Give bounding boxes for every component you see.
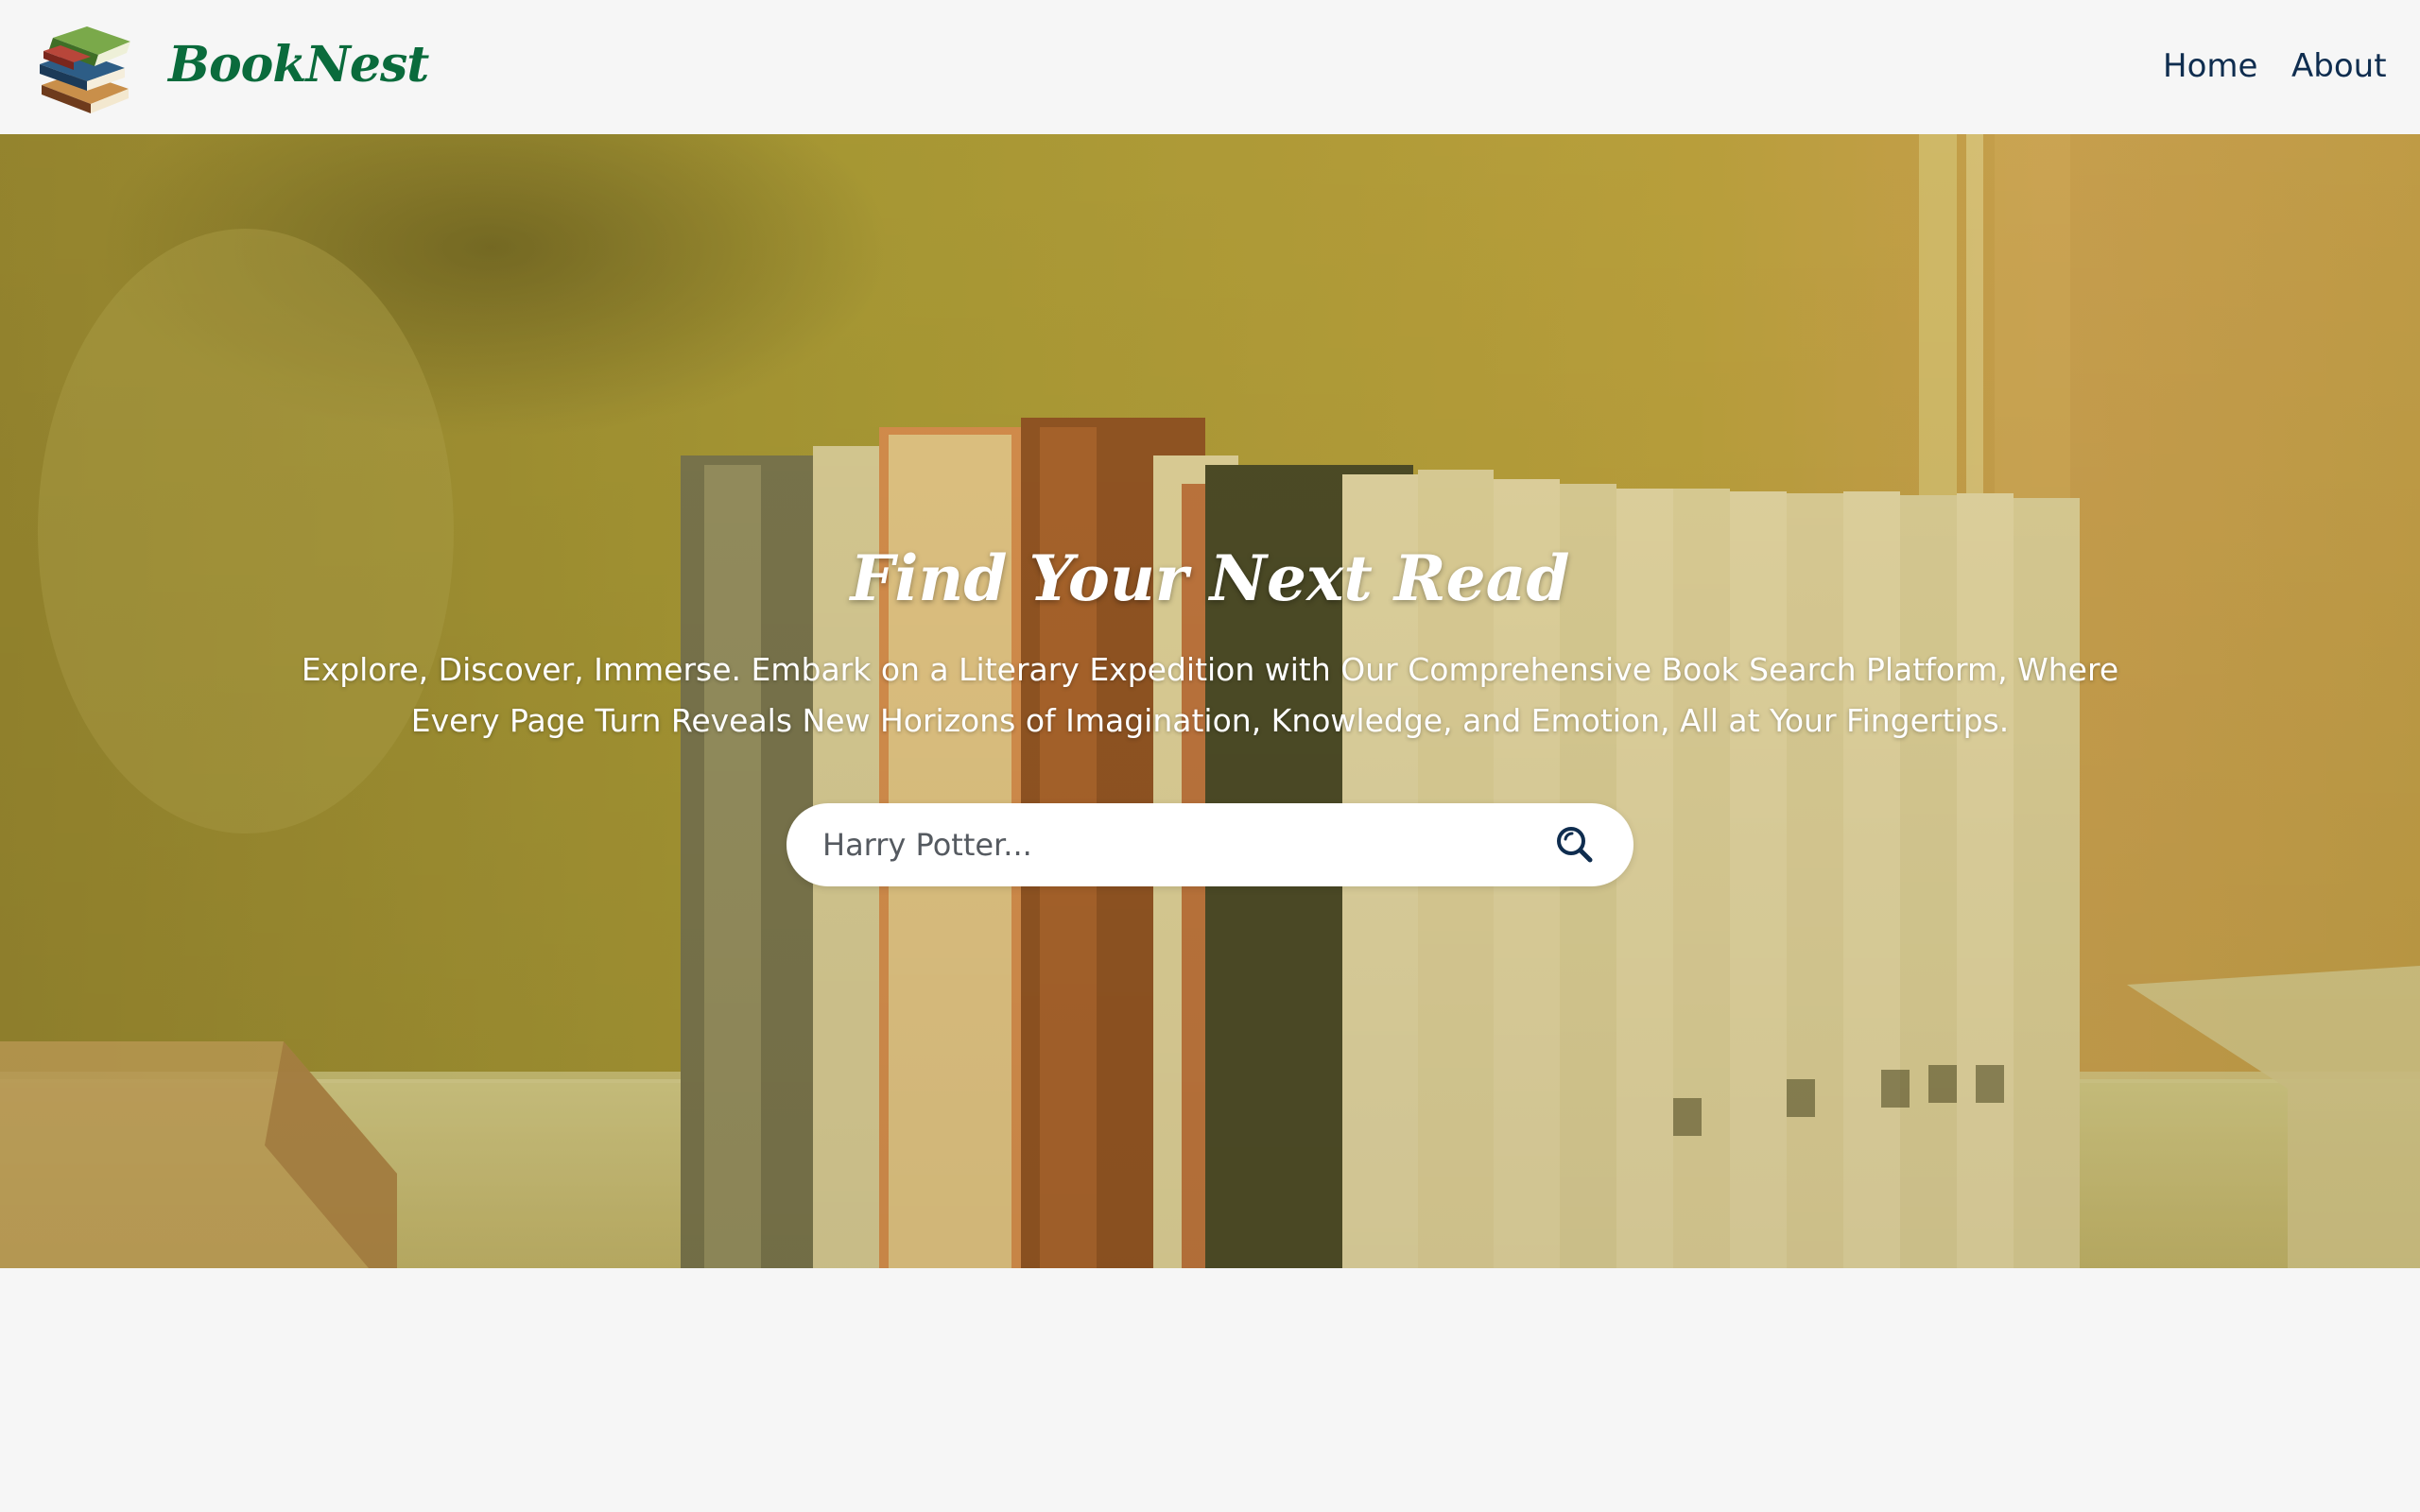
navbar: BookNest Home About [0, 0, 2420, 134]
nav-link-home[interactable]: Home [2163, 43, 2257, 89]
search-button[interactable] [1550, 820, 1599, 869]
books-stack-icon[interactable] [36, 17, 134, 113]
search-input[interactable] [822, 816, 1503, 873]
hero-subtitle: Explore, Discover, Immerse. Embark on a … [301, 651, 2119, 739]
search-bar [786, 803, 1634, 886]
page-bottom-area [0, 1268, 2420, 1512]
hero-title: Find Your Next Read [850, 541, 1570, 615]
hero-section: Find Your Next Read Explore, Discover, I… [0, 134, 2420, 1268]
nav-link-about[interactable]: About [2291, 43, 2387, 89]
brand-name[interactable]: BookNest [168, 28, 429, 102]
search-icon [1557, 827, 1593, 863]
